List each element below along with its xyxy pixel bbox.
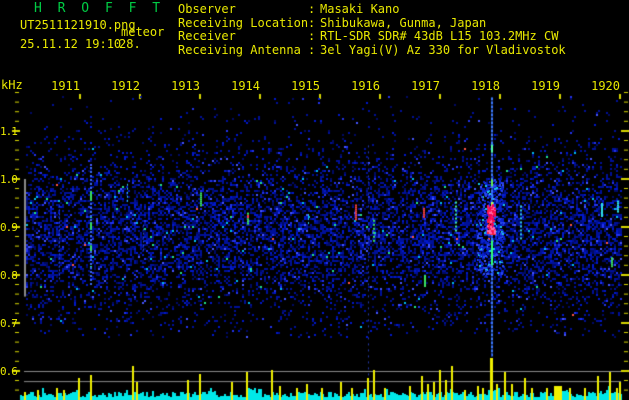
spectrogram-canvas [0,0,629,400]
app-title: H R O F F T [34,1,165,16]
freq-tick-label: 0.7 [0,317,18,330]
time-tick-label: 1912 [111,79,140,93]
info-label: Receiving Antenna [178,42,301,57]
time-tick-label: 1920 [591,79,620,93]
info-separator: : [308,2,316,16]
seconds-counter: 28. [119,37,141,51]
info-value: 3el Yagi(V) Az 330 for Vladivostok [320,42,566,57]
info-label: Receiver [178,29,236,44]
info-value: RTL-SDR SDR# 43dB L15 103.2MHz CW [320,29,559,44]
freq-tick-label: 1.1 [0,125,18,138]
date-time: 25.11.12 19:10 [20,37,122,51]
output-filename: UT2511121910.png [20,18,136,32]
time-tick-label: 1919 [531,79,560,93]
info-separator: : [308,42,316,57]
time-tick-label: 1911 [51,79,80,93]
info-separator: : [308,15,316,30]
freq-tick-label: 1.0 [0,173,18,186]
freq-tick-label: 0.8 [0,269,18,282]
info-value: Shibukawa, Gunma, Japan [320,15,487,30]
time-tick-label: 1914 [231,79,260,93]
time-tick-label: 1917 [411,79,440,93]
info-separator: : [308,29,316,44]
hrofft-window: H R O F F T UT2511121910.png meteor 25.1… [0,0,629,400]
time-tick-label: 1918 [471,79,500,93]
freq-tick-label: 0.6 [0,365,18,378]
freq-tick-label: 0.9 [0,221,18,234]
freq-axis-unit: kHz [1,78,23,92]
time-tick-label: 1916 [351,79,380,93]
time-tick-label: 1915 [291,79,320,93]
info-value: Masaki Kano [320,2,400,16]
info-label: Observer [178,2,236,16]
info-label: Receiving Location [178,15,309,30]
time-tick-label: 1913 [171,79,200,93]
